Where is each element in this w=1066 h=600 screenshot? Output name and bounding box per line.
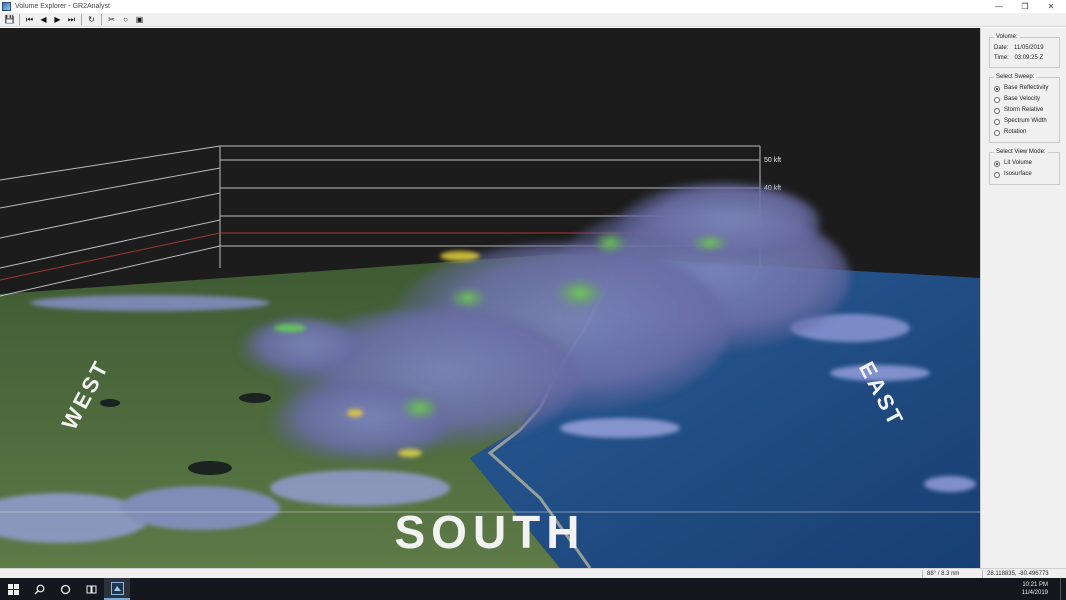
play-icon[interactable]: ▶ [52,14,63,25]
sweep-option-label: Storm Relative [1004,107,1044,113]
first-frame-icon[interactable]: ⏮ [24,14,35,25]
task-view-icon[interactable] [78,578,104,600]
control-panel: Volume: Date: 11/05/2019 Time: 03:09:25 … [980,28,1066,568]
radio-selected-icon[interactable] [994,85,1000,92]
radio-icon[interactable] [994,96,1000,103]
view-mode-option-lit-volume[interactable]: Lit Volume [994,158,1055,169]
sweep-legend: Select Sweep: [996,74,1035,80]
toolbar-separator [19,14,20,25]
time-label: Time: [994,55,1009,61]
taskbar-clock[interactable]: 10:21 PM 11/4/2019 [1022,581,1048,597]
search-icon[interactable] [26,578,52,600]
window-title: Volume Explorer - GR2Analyst [15,2,110,10]
show-desktop-button[interactable] [1060,578,1066,600]
sweep-option-spectrum-width[interactable]: Spectrum Width [994,116,1055,127]
sweep-option-label: Base Reflectivity [1004,85,1049,91]
time-row: Time: 03:09:25 Z [994,53,1055,63]
volume-group: Volume: Date: 11/05/2019 Time: 03:09:25 … [989,34,1060,68]
taskbar: 10:21 PM 11/4/2019 [0,578,1066,600]
clock-date: 11/4/2019 [1021,590,1048,596]
view-mode-group: Select View Mode: Lit Volume Isosurface [989,149,1060,185]
status-angle-range: 88° / 8.3 nm [922,570,980,578]
clock-time: 10:21 PM [1022,582,1048,588]
sweep-option-base-reflectivity[interactable]: Base Reflectivity [994,83,1055,94]
sweep-option-storm-relative[interactable]: Storm Relative [994,105,1055,116]
sweep-group: Select Sweep: Base Reflectivity Base Vel… [989,74,1060,143]
lake [100,399,120,407]
radio-selected-icon[interactable] [994,160,1000,167]
date-row: Date: 11/05/2019 [994,43,1055,53]
height-label-50kft: 50 kft [764,157,781,164]
direction-label-south: SOUTH [395,506,586,558]
minimize-button[interactable]: — [988,0,1010,12]
date-value: 11/05/2019 [1014,45,1044,51]
app-icon [2,1,11,11]
prev-frame-icon[interactable]: ◀ [38,14,49,25]
toolbar-separator [101,14,102,25]
volume-legend: Volume: [996,34,1018,40]
time-value: 03:09:25 Z [1014,55,1044,61]
status-bar: 88° / 8.3 nm 28.118835, -80.496773 [0,568,1066,578]
sweep-option-base-velocity[interactable]: Base Velocity [994,94,1055,105]
view-mode-option-label: Lit Volume [1004,160,1033,166]
title-bar: Volume Explorer - GR2Analyst — ❐ ✕ [0,0,1066,12]
sweep-option-label: Rotation [1004,129,1027,135]
date-label: Date: [994,45,1009,51]
refresh-icon[interactable]: ↻ [86,14,97,25]
close-button[interactable]: ✕ [1040,0,1062,12]
view-mode-option-isosurface[interactable]: Isosurface [994,169,1055,180]
sweep-option-label: Spectrum Width [1004,118,1047,124]
circle-icon[interactable]: ○ [120,14,131,25]
windows-start-icon[interactable] [0,578,26,600]
radar-3d-view[interactable]: 50 kft 40 kft SOUTH WEST EAST [0,28,980,568]
gr2analyst-taskbar-icon[interactable] [104,578,130,600]
cut-icon[interactable]: ✂ [106,14,117,25]
sweep-option-rotation[interactable]: Rotation [994,127,1055,138]
cortana-icon[interactable] [52,578,78,600]
radio-icon[interactable] [994,107,1000,114]
lake [188,461,232,475]
toolbar: 💾 ⏮ ◀ ▶ ⏭ ↻ ✂ ○ ▣ [0,13,1066,27]
radio-icon[interactable] [994,171,1000,178]
sweep-option-label: Base Velocity [1004,96,1041,102]
last-frame-icon[interactable]: ⏭ [66,14,77,25]
view-mode-legend: Select View Mode: [996,149,1046,155]
lake [239,393,271,403]
view-mode-option-label: Isosurface [1004,171,1032,177]
status-coordinates: 28.118835, -80.496773 [982,570,1066,578]
radio-icon[interactable] [994,118,1000,125]
toolbar-separator [81,14,82,25]
restore-button[interactable]: ❐ [1014,0,1036,12]
save-icon[interactable]: 💾 [4,14,15,25]
screenshot-icon[interactable]: ▣ [134,14,145,25]
radio-icon[interactable] [994,129,1000,136]
